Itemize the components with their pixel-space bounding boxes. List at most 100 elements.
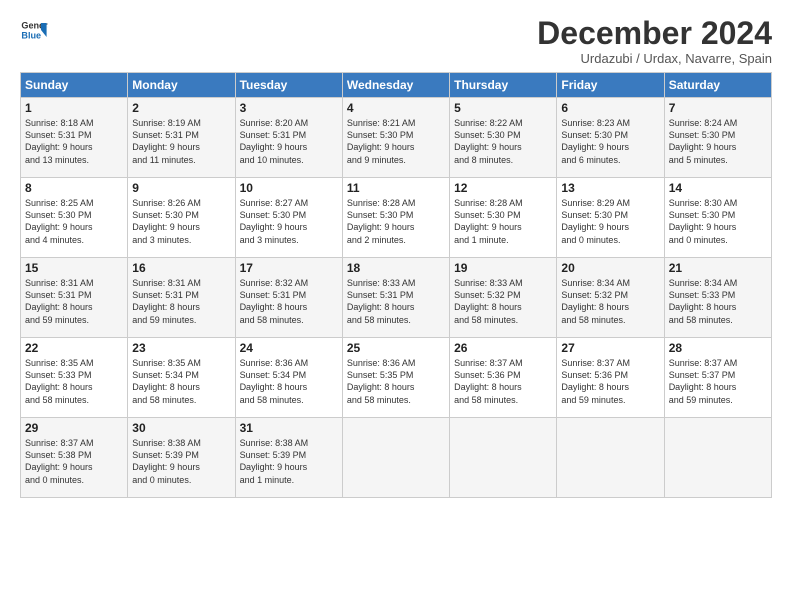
day-number: 22 bbox=[25, 341, 123, 355]
day-cell: 20 Sunrise: 8:34 AM Sunset: 5:32 PM Dayli… bbox=[557, 258, 664, 338]
day-info: Sunrise: 8:18 AM Sunset: 5:31 PM Dayligh… bbox=[25, 117, 123, 166]
day-cell: 16 Sunrise: 8:31 AM Sunset: 5:31 PM Dayli… bbox=[128, 258, 235, 338]
day-cell: 28Sunrise: 8:37 AM Sunset: 5:37 PM Dayli… bbox=[664, 338, 771, 418]
day-info: Sunrise: 8:21 AM Sunset: 5:30 PM Dayligh… bbox=[347, 117, 445, 166]
header: General Blue December 2024 Urdazubi / Ur… bbox=[20, 16, 772, 66]
col-header-saturday: Saturday bbox=[664, 73, 771, 98]
day-cell: 31 Sunrise: 8:38 AM Sunset: 5:39 PM Dayli… bbox=[235, 418, 342, 498]
day-number: 17 bbox=[240, 261, 338, 275]
col-header-monday: Monday bbox=[128, 73, 235, 98]
day-number: 1 bbox=[25, 101, 123, 115]
day-cell: 2 Sunrise: 8:19 AM Sunset: 5:31 PM Daylig… bbox=[128, 98, 235, 178]
day-info: Sunrise: 8:31 AM Sunset: 5:31 PM Dayligh… bbox=[132, 277, 230, 326]
day-info: Sunrise: 8:34 AM Sunset: 5:33 PM Dayligh… bbox=[669, 277, 767, 326]
day-info: Sunrise: 8:22 AM Sunset: 5:30 PM Dayligh… bbox=[454, 117, 552, 166]
day-cell: 4 Sunrise: 8:21 AM Sunset: 5:30 PM Daylig… bbox=[342, 98, 449, 178]
day-number: 4 bbox=[347, 101, 445, 115]
day-number: 11 bbox=[347, 181, 445, 195]
day-number: 8 bbox=[25, 181, 123, 195]
logo: General Blue bbox=[20, 16, 48, 44]
day-number: 5 bbox=[454, 101, 552, 115]
day-number: 13 bbox=[561, 181, 659, 195]
day-info: Sunrise: 8:20 AM Sunset: 5:31 PM Dayligh… bbox=[240, 117, 338, 166]
title-block: December 2024 Urdazubi / Urdax, Navarre,… bbox=[537, 16, 772, 66]
day-number: 25 bbox=[347, 341, 445, 355]
day-info: Sunrise: 8:34 AM Sunset: 5:32 PM Dayligh… bbox=[561, 277, 659, 326]
day-cell: 13 Sunrise: 8:29 AM Sunset: 5:30 PM Dayli… bbox=[557, 178, 664, 258]
day-info: Sunrise: 8:23 AM Sunset: 5:30 PM Dayligh… bbox=[561, 117, 659, 166]
day-number: 19 bbox=[454, 261, 552, 275]
week-row-1: 1 Sunrise: 8:18 AM Sunset: 5:31 PM Daylig… bbox=[21, 98, 772, 178]
calendar-table: SundayMondayTuesdayWednesdayThursdayFrid… bbox=[20, 72, 772, 498]
day-number: 6 bbox=[561, 101, 659, 115]
day-cell: 22 Sunrise: 8:35 AM Sunset: 5:33 PM Dayli… bbox=[21, 338, 128, 418]
location-subtitle: Urdazubi / Urdax, Navarre, Spain bbox=[537, 51, 772, 66]
day-info: Sunrise: 8:32 AM Sunset: 5:31 PM Dayligh… bbox=[240, 277, 338, 326]
day-cell: 26Sunrise: 8:37 AM Sunset: 5:36 PM Dayli… bbox=[450, 338, 557, 418]
day-number: 10 bbox=[240, 181, 338, 195]
day-number: 18 bbox=[347, 261, 445, 275]
day-info: Sunrise: 8:35 AM Sunset: 5:33 PM Dayligh… bbox=[25, 357, 123, 406]
day-cell: 7 Sunrise: 8:24 AM Sunset: 5:30 PM Daylig… bbox=[664, 98, 771, 178]
day-number: 29 bbox=[25, 421, 123, 435]
day-number: 21 bbox=[669, 261, 767, 275]
day-cell: 6 Sunrise: 8:23 AM Sunset: 5:30 PM Daylig… bbox=[557, 98, 664, 178]
day-cell: 19Sunrise: 8:33 AM Sunset: 5:32 PM Dayli… bbox=[450, 258, 557, 338]
day-info: Sunrise: 8:37 AM Sunset: 5:36 PM Dayligh… bbox=[561, 357, 659, 406]
day-number: 9 bbox=[132, 181, 230, 195]
day-info: Sunrise: 8:24 AM Sunset: 5:30 PM Dayligh… bbox=[669, 117, 767, 166]
day-info: Sunrise: 8:25 AM Sunset: 5:30 PM Dayligh… bbox=[25, 197, 123, 246]
day-cell: 23 Sunrise: 8:35 AM Sunset: 5:34 PM Dayli… bbox=[128, 338, 235, 418]
day-info: Sunrise: 8:28 AM Sunset: 5:30 PM Dayligh… bbox=[454, 197, 552, 246]
week-row-5: 29 Sunrise: 8:37 AM Sunset: 5:38 PM Dayli… bbox=[21, 418, 772, 498]
day-info: Sunrise: 8:37 AM Sunset: 5:38 PM Dayligh… bbox=[25, 437, 123, 486]
day-info: Sunrise: 8:29 AM Sunset: 5:30 PM Dayligh… bbox=[561, 197, 659, 246]
col-header-friday: Friday bbox=[557, 73, 664, 98]
week-row-4: 22 Sunrise: 8:35 AM Sunset: 5:33 PM Dayli… bbox=[21, 338, 772, 418]
day-info: Sunrise: 8:19 AM Sunset: 5:31 PM Dayligh… bbox=[132, 117, 230, 166]
main-container: General Blue December 2024 Urdazubi / Ur… bbox=[0, 0, 792, 508]
day-number: 7 bbox=[669, 101, 767, 115]
day-cell: 9 Sunrise: 8:26 AM Sunset: 5:30 PM Daylig… bbox=[128, 178, 235, 258]
day-info: Sunrise: 8:33 AM Sunset: 5:31 PM Dayligh… bbox=[347, 277, 445, 326]
day-info: Sunrise: 8:36 AM Sunset: 5:34 PM Dayligh… bbox=[240, 357, 338, 406]
day-cell: 8 Sunrise: 8:25 AM Sunset: 5:30 PM Daylig… bbox=[21, 178, 128, 258]
day-cell: 27 Sunrise: 8:37 AM Sunset: 5:36 PM Dayli… bbox=[557, 338, 664, 418]
col-header-wednesday: Wednesday bbox=[342, 73, 449, 98]
day-cell: 5 Sunrise: 8:22 AM Sunset: 5:30 PM Daylig… bbox=[450, 98, 557, 178]
day-number: 27 bbox=[561, 341, 659, 355]
svg-text:Blue: Blue bbox=[21, 30, 41, 40]
day-number: 15 bbox=[25, 261, 123, 275]
day-number: 3 bbox=[240, 101, 338, 115]
day-cell: 17 Sunrise: 8:32 AM Sunset: 5:31 PM Dayli… bbox=[235, 258, 342, 338]
day-cell bbox=[557, 418, 664, 498]
day-cell: 25Sunrise: 8:36 AM Sunset: 5:35 PM Dayli… bbox=[342, 338, 449, 418]
day-info: Sunrise: 8:27 AM Sunset: 5:30 PM Dayligh… bbox=[240, 197, 338, 246]
logo-icon: General Blue bbox=[20, 16, 48, 44]
day-cell: 18 Sunrise: 8:33 AM Sunset: 5:31 PM Dayli… bbox=[342, 258, 449, 338]
month-title: December 2024 bbox=[537, 16, 772, 51]
day-cell bbox=[450, 418, 557, 498]
day-info: Sunrise: 8:38 AM Sunset: 5:39 PM Dayligh… bbox=[240, 437, 338, 486]
week-row-2: 8 Sunrise: 8:25 AM Sunset: 5:30 PM Daylig… bbox=[21, 178, 772, 258]
day-cell: 30Sunrise: 8:38 AM Sunset: 5:39 PM Dayli… bbox=[128, 418, 235, 498]
day-number: 23 bbox=[132, 341, 230, 355]
day-number: 16 bbox=[132, 261, 230, 275]
day-number: 30 bbox=[132, 421, 230, 435]
day-number: 2 bbox=[132, 101, 230, 115]
day-info: Sunrise: 8:28 AM Sunset: 5:30 PM Dayligh… bbox=[347, 197, 445, 246]
day-number: 31 bbox=[240, 421, 338, 435]
day-info: Sunrise: 8:37 AM Sunset: 5:36 PM Dayligh… bbox=[454, 357, 552, 406]
day-cell: 29 Sunrise: 8:37 AM Sunset: 5:38 PM Dayli… bbox=[21, 418, 128, 498]
header-row: SundayMondayTuesdayWednesdayThursdayFrid… bbox=[21, 73, 772, 98]
day-cell: 12 Sunrise: 8:28 AM Sunset: 5:30 PM Dayli… bbox=[450, 178, 557, 258]
col-header-tuesday: Tuesday bbox=[235, 73, 342, 98]
col-header-sunday: Sunday bbox=[21, 73, 128, 98]
day-info: Sunrise: 8:35 AM Sunset: 5:34 PM Dayligh… bbox=[132, 357, 230, 406]
day-info: Sunrise: 8:31 AM Sunset: 5:31 PM Dayligh… bbox=[25, 277, 123, 326]
day-cell: 14Sunrise: 8:30 AM Sunset: 5:30 PM Dayli… bbox=[664, 178, 771, 258]
day-number: 12 bbox=[454, 181, 552, 195]
day-info: Sunrise: 8:26 AM Sunset: 5:30 PM Dayligh… bbox=[132, 197, 230, 246]
day-number: 28 bbox=[669, 341, 767, 355]
day-number: 20 bbox=[561, 261, 659, 275]
